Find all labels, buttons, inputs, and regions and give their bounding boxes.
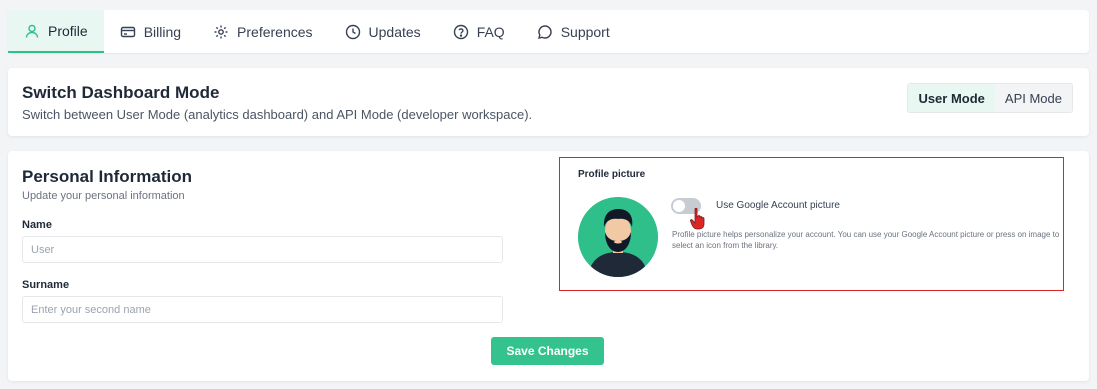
profile-avatar[interactable] bbox=[578, 197, 658, 277]
save-changes-button[interactable]: Save Changes bbox=[491, 337, 604, 365]
name-label: Name bbox=[22, 219, 52, 231]
personal-info-subtitle: Update your personal information bbox=[22, 190, 185, 202]
chat-bubble-icon bbox=[537, 24, 553, 40]
dashboard-mode-description: Switch between User Mode (analytics dash… bbox=[22, 107, 533, 122]
surname-input[interactable] bbox=[22, 296, 503, 323]
question-circle-icon bbox=[453, 24, 469, 40]
tab-label: Updates bbox=[368, 23, 421, 40]
credit-card-icon bbox=[120, 24, 136, 40]
user-icon bbox=[24, 23, 40, 39]
tab-billing[interactable]: Billing bbox=[104, 10, 197, 53]
tab-updates[interactable]: Updates bbox=[329, 10, 437, 53]
surname-label: Surname bbox=[22, 279, 70, 291]
mode-segmented-control: User Mode API Mode bbox=[907, 83, 1073, 113]
tab-label: Billing bbox=[143, 23, 182, 40]
settings-tabs: Profile Billing Preferences Updates FAQ … bbox=[8, 10, 1089, 53]
tab-faq[interactable]: FAQ bbox=[437, 10, 521, 53]
tab-support[interactable]: Support bbox=[521, 10, 626, 53]
tab-label: Support bbox=[560, 23, 610, 40]
api-mode-button[interactable]: API Mode bbox=[994, 84, 1072, 112]
toggle-knob bbox=[673, 200, 685, 212]
profile-picture-title: Profile picture bbox=[578, 169, 646, 180]
clock-icon bbox=[345, 24, 361, 40]
personal-information-card: Personal Information Update your persona… bbox=[8, 151, 1089, 381]
tab-label: Profile bbox=[48, 22, 88, 39]
pointer-hand-icon bbox=[690, 207, 705, 230]
profile-picture-section: Profile picture Use Google Account pictu… bbox=[559, 157, 1064, 291]
avatar-illustration bbox=[578, 197, 658, 277]
tab-preferences[interactable]: Preferences bbox=[197, 10, 328, 53]
profile-picture-help-text: Profile picture helps personalize your a… bbox=[672, 230, 1060, 250]
tab-label: Preferences bbox=[237, 23, 313, 40]
user-mode-button[interactable]: User Mode bbox=[908, 84, 995, 112]
tab-label: FAQ bbox=[476, 23, 505, 40]
name-input[interactable] bbox=[22, 236, 503, 263]
tab-profile[interactable]: Profile bbox=[8, 10, 104, 53]
dashboard-mode-card: Switch Dashboard Mode Switch between Use… bbox=[8, 68, 1089, 136]
personal-info-title: Personal Information bbox=[22, 167, 193, 186]
dashboard-mode-title: Switch Dashboard Mode bbox=[22, 83, 220, 102]
gear-icon bbox=[213, 24, 229, 40]
google-picture-label: Use Google Account picture bbox=[716, 200, 840, 211]
